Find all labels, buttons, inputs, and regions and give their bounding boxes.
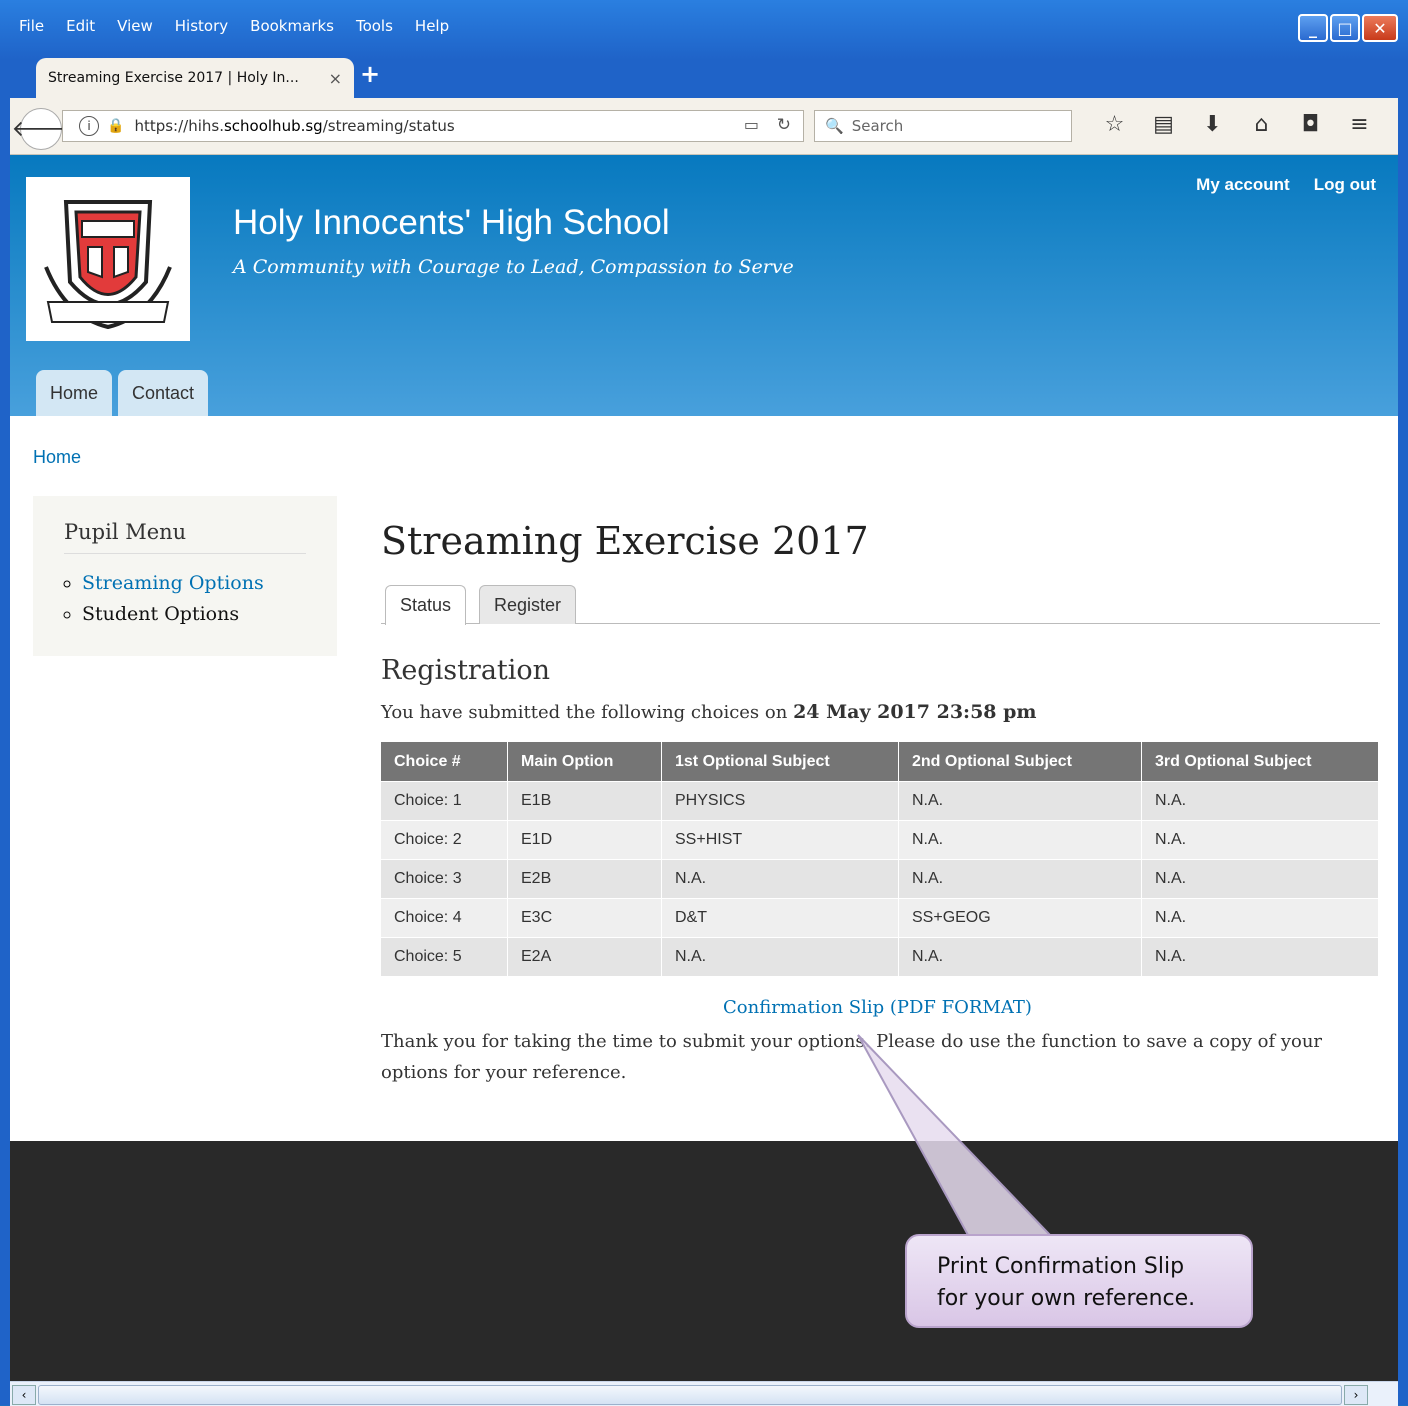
lock-icon: 🔒 <box>107 118 125 134</box>
reader-view-icon[interactable]: ▭ <box>744 115 759 134</box>
maximize-button[interactable]: □ <box>1330 14 1360 42</box>
menu-edit[interactable]: Edit <box>55 12 106 40</box>
callout-annotation: Print Confirmation Slip for your own ref… <box>905 1234 1253 1328</box>
menu-bar: File Edit View History Bookmarks Tools H… <box>8 12 460 40</box>
home-icon[interactable]: ⌂ <box>1237 112 1286 137</box>
url-domain: schoolhub.sg <box>223 117 323 135</box>
menu-view[interactable]: View <box>106 12 164 40</box>
bookmark-star-icon[interactable]: ☆ <box>1090 112 1139 137</box>
reload-icon[interactable]: ↻ <box>777 115 791 135</box>
navigation-toolbar: 🡐 i 🔒 https://hihs.schoolhub.sg/streamin… <box>10 98 1398 155</box>
horizontal-scrollbar[interactable]: ‹ › <box>10 1381 1398 1406</box>
callout-line-2: for your own reference. <box>937 1286 1196 1311</box>
menu-help[interactable]: Help <box>404 12 460 40</box>
tab-title: Streaming Exercise 2017 | Holy In... <box>48 70 299 86</box>
callout-line-1: Print Confirmation Slip <box>937 1254 1185 1279</box>
search-input[interactable]: 🔍 Search <box>814 110 1072 142</box>
web-page: Holy Innocents' High School A Community … <box>10 155 1398 1381</box>
tab-strip: Streaming Exercise 2017 | Holy In... × + <box>10 50 1398 98</box>
window-controls: _ □ ✕ <box>1298 14 1398 42</box>
info-icon[interactable]: i <box>79 116 99 136</box>
new-tab-button[interactable]: + <box>360 60 380 88</box>
search-placeholder: Search <box>851 117 904 135</box>
hamburger-menu-icon[interactable]: ≡ <box>1335 112 1384 137</box>
back-button[interactable]: 🡐 <box>12 108 71 150</box>
browser-tab[interactable]: Streaming Exercise 2017 | Holy In... × <box>36 58 354 98</box>
url-text: https://hihs.schoolhub.sg/streaming/stat… <box>134 117 454 135</box>
scroll-right-icon[interactable]: › <box>1344 1385 1368 1405</box>
url-path: /streaming/status <box>322 117 455 135</box>
close-tab-icon[interactable]: × <box>329 69 342 88</box>
downloads-icon[interactable]: ⬇ <box>1188 112 1237 137</box>
menu-history[interactable]: History <box>164 12 239 40</box>
pocket-icon[interactable]: ◘ <box>1286 112 1335 137</box>
menu-bookmarks[interactable]: Bookmarks <box>239 12 345 40</box>
menu-tools[interactable]: Tools <box>345 12 404 40</box>
toolbar-icons: ☆ ▤ ⬇ ⌂ ◘ ≡ <box>1090 112 1384 137</box>
browser-window: File Edit View History Bookmarks Tools H… <box>0 0 1408 1406</box>
url-bar[interactable]: i 🔒 https://hihs.schoolhub.sg/streaming/… <box>62 110 804 142</box>
url-prefix: https://hihs. <box>134 117 224 135</box>
callout-pointer <box>857 1034 1053 1236</box>
scrollbar-thumb[interactable] <box>38 1385 1342 1405</box>
menu-file[interactable]: File <box>8 12 55 40</box>
search-icon: 🔍 <box>825 117 844 135</box>
bookmarks-library-icon[interactable]: ▤ <box>1139 112 1188 137</box>
minimize-button[interactable]: _ <box>1298 14 1328 42</box>
close-window-button[interactable]: ✕ <box>1362 14 1398 42</box>
scroll-left-icon[interactable]: ‹ <box>12 1385 36 1405</box>
